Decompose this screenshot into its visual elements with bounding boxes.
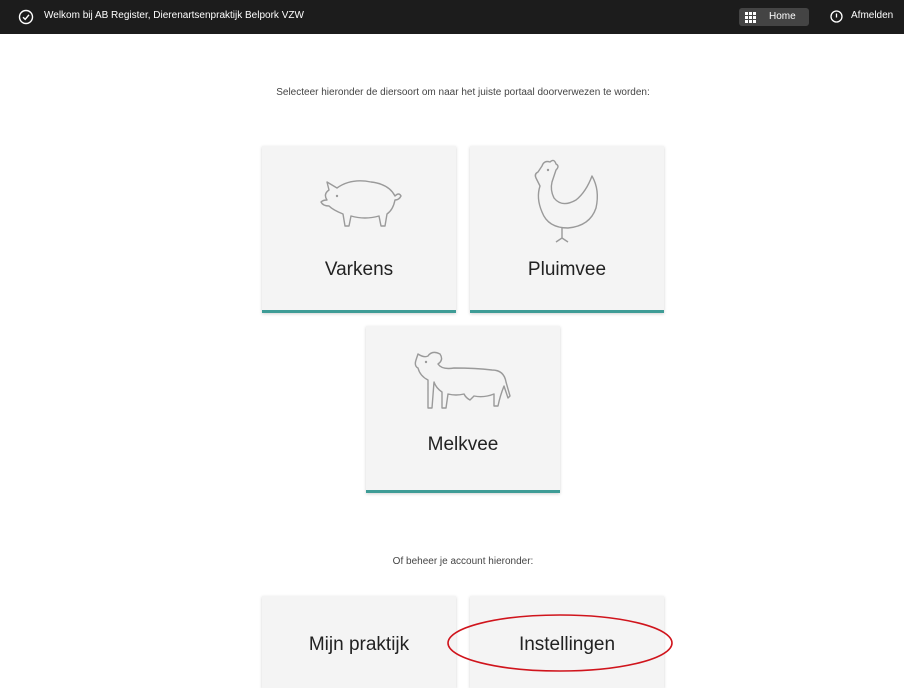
- species-label: Pluimvee: [527, 259, 607, 280]
- pig-icon: [320, 180, 402, 227]
- logout-label: Afmelden: [851, 10, 894, 21]
- grid-icon: [745, 12, 756, 23]
- account-intro-text: Of beheer je account hieronder:: [392, 556, 534, 567]
- welcome-text: Welkom bij AB Register, Dierenartsenprak…: [44, 10, 304, 21]
- cow-icon: [414, 351, 511, 409]
- account-tile-mijn-praktijk[interactable]: Mijn praktijk: [262, 596, 456, 688]
- species-intro-text: Selecteer hieronder de diersoort om naar…: [276, 87, 650, 98]
- chicken-icon: [534, 159, 599, 243]
- highlight-ellipse: [447, 614, 673, 672]
- species-tile-varkens[interactable]: Varkens: [262, 146, 456, 313]
- species-tile-melkvee[interactable]: Melkvee: [366, 326, 560, 493]
- top-bar: Welkom bij AB Register, Dierenartsenprak…: [0, 0, 904, 34]
- home-button[interactable]: Home: [739, 8, 809, 26]
- home-label: Home: [769, 11, 796, 22]
- species-label: Varkens: [324, 259, 394, 280]
- species-tile-pluimvee[interactable]: Pluimvee: [470, 146, 664, 313]
- check-circle-icon: [18, 9, 34, 25]
- account-tile-label: Mijn praktijk: [308, 634, 410, 655]
- species-label: Melkvee: [427, 434, 499, 455]
- power-icon: [830, 10, 843, 23]
